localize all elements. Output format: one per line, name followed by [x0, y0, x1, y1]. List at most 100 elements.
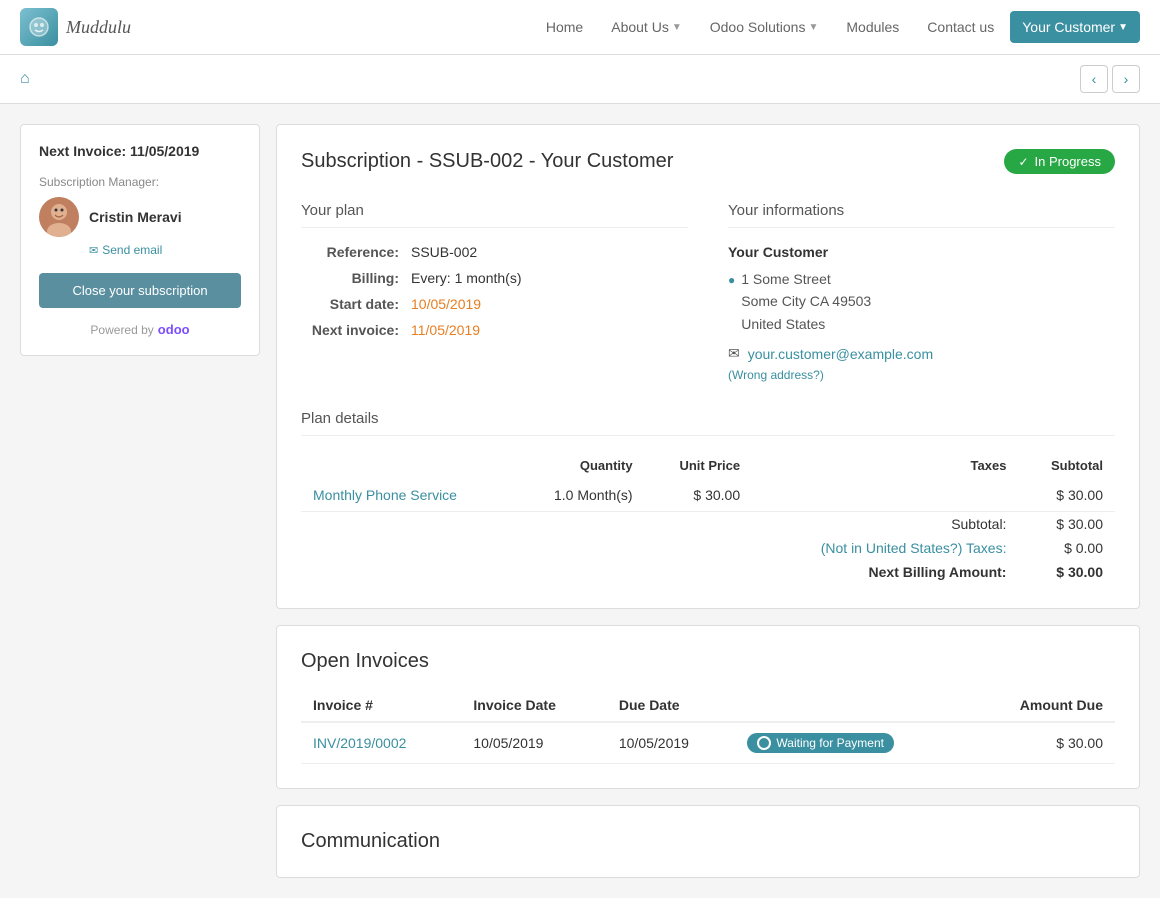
- manager-label: Subscription Manager:: [39, 175, 241, 189]
- next-billing-value: $ 30.00: [1018, 560, 1115, 584]
- mail-icon: ✉: [728, 345, 740, 362]
- reference-value: SSUB-002: [411, 244, 477, 260]
- nav-modules[interactable]: Modules: [834, 11, 911, 43]
- col-due-date: Due Date: [607, 689, 736, 722]
- next-invoice-row: Next invoice: 11/05/2019: [301, 322, 688, 338]
- email-address[interactable]: your.customer@example.com: [748, 346, 933, 362]
- waiting-payment-badge: Waiting for Payment: [747, 733, 894, 753]
- waiting-circle-icon: [757, 736, 771, 750]
- sidebar: Next Invoice: 11/05/2019 Subscription Ma…: [20, 124, 260, 356]
- col-taxes: Taxes: [752, 452, 1018, 479]
- brand-logo: [20, 8, 58, 46]
- due-date: 10/05/2019: [607, 722, 736, 764]
- wrong-address-link[interactable]: (Wrong address?): [728, 368, 1115, 382]
- next-billing-row: Next Billing Amount: $ 30.00: [301, 560, 1115, 584]
- customer-name: Your Customer: [728, 244, 1115, 260]
- amount-due: $ 30.00: [968, 722, 1115, 764]
- next-arrow[interactable]: ›: [1112, 65, 1140, 93]
- item-name: Monthly Phone Service: [301, 479, 514, 512]
- nav-odoo-solutions[interactable]: Odoo Solutions ▼: [698, 11, 831, 43]
- next-invoice-label: Next invoice:: [301, 322, 411, 338]
- waiting-label: Waiting for Payment: [776, 736, 884, 750]
- subtotal-value: $ 30.00: [1018, 512, 1115, 537]
- your-info-title: Your informations: [728, 202, 1115, 228]
- subtotal-row: Subtotal: $ 30.00: [301, 512, 1115, 537]
- plan-item-row: Monthly Phone Service 1.0 Month(s) $ 30.…: [301, 479, 1115, 512]
- address-text: 1 Some Street Some City CA 49503 United …: [741, 268, 871, 335]
- invoices-header: Invoice # Invoice Date Due Date Amount D…: [301, 689, 1115, 722]
- nav-home[interactable]: Home: [534, 11, 595, 43]
- invoices-title: Open Invoices: [301, 650, 1115, 673]
- taxes-row: (Not in United States?) Taxes: $ 0.00: [301, 536, 1115, 560]
- navbar-menu: Home About Us ▼ Odoo Solutions ▼ Modules…: [534, 11, 1140, 43]
- your-info-col: Your informations Your Customer ● 1 Some…: [728, 202, 1115, 382]
- address-line3: United States: [741, 313, 871, 335]
- nav-arrows: ‹ ›: [1080, 65, 1140, 93]
- navbar: Muddulu Home About Us ▼ Odoo Solutions ▼…: [0, 0, 1160, 55]
- item-taxes: [752, 479, 1018, 512]
- prev-arrow[interactable]: ‹: [1080, 65, 1108, 93]
- invoices-table: Invoice # Invoice Date Due Date Amount D…: [301, 689, 1115, 764]
- col-unit-price: Unit Price: [645, 452, 753, 479]
- close-subscription-button[interactable]: Close your subscription: [39, 273, 241, 308]
- col-invoice-num: Invoice #: [301, 689, 461, 722]
- address-block: ● 1 Some Street Some City CA 49503 Unite…: [728, 268, 1115, 335]
- invoice-number: INV/2019/0002: [301, 722, 461, 764]
- nav-about[interactable]: About Us ▼: [599, 11, 694, 43]
- communication-title: Communication: [301, 830, 1115, 853]
- invoice-date: 10/05/2019: [461, 722, 606, 764]
- subscription-dash: -: [529, 150, 541, 172]
- home-icon[interactable]: ⌂: [20, 70, 30, 88]
- col-quantity: Quantity: [514, 452, 644, 479]
- manager-name: Cristin Meravi: [89, 209, 182, 225]
- next-invoice-label: Next Invoice: 11/05/2019: [39, 143, 241, 159]
- col-status: [735, 689, 968, 722]
- table-row: INV/2019/0002 10/05/2019 10/05/2019 Wait…: [301, 722, 1115, 764]
- subscription-customer: Your Customer: [541, 150, 674, 172]
- subscription-prefix: Subscription -: [301, 150, 429, 172]
- subscription-card: Subscription - SSUB-002 - Your Customer …: [276, 124, 1140, 609]
- billing-value: Every: 1 month(s): [411, 270, 521, 286]
- manager-info: Cristin Meravi: [39, 197, 241, 237]
- nav-contact[interactable]: Contact us: [915, 11, 1006, 43]
- col-invoice-date: Invoice Date: [461, 689, 606, 722]
- email-icon: ✉: [89, 244, 98, 257]
- brand: Muddulu: [20, 8, 131, 46]
- main-layout: Next Invoice: 11/05/2019 Subscription Ma…: [0, 104, 1160, 898]
- address-line1: 1 Some Street: [741, 268, 871, 290]
- nav-your-customer[interactable]: Your Customer ▼: [1010, 11, 1140, 43]
- info-columns: Your plan Reference: SSUB-002 Billing: E…: [301, 202, 1115, 382]
- communication-card: Communication: [276, 805, 1140, 878]
- plan-details-section: Plan details Quantity Unit Price Taxes S…: [301, 410, 1115, 584]
- item-quantity: 1.0 Month(s): [514, 479, 644, 512]
- pin-icon: ●: [728, 271, 735, 335]
- invoices-card: Open Invoices Invoice # Invoice Date Due…: [276, 625, 1140, 789]
- item-subtotal: $ 30.00: [1018, 479, 1115, 512]
- next-invoice-value: 11/05/2019: [411, 322, 480, 338]
- your-plan-title: Your plan: [301, 202, 688, 228]
- send-email-label: Send email: [102, 243, 162, 257]
- breadcrumb-bar: ⌂ ‹ ›: [0, 55, 1160, 104]
- status-label: In Progress: [1035, 154, 1101, 169]
- subscription-header: Subscription - SSUB-002 - Your Customer …: [301, 149, 1115, 174]
- invoice-status: Waiting for Payment: [735, 722, 968, 764]
- brand-name: Muddulu: [66, 17, 131, 38]
- taxes-value: $ 0.00: [1018, 536, 1115, 560]
- your-plan-col: Your plan Reference: SSUB-002 Billing: E…: [301, 202, 688, 382]
- invoice-link[interactable]: INV/2019/0002: [313, 735, 406, 751]
- check-icon: ✓: [1018, 155, 1028, 169]
- billing-row: Billing: Every: 1 month(s): [301, 270, 688, 286]
- avatar: [39, 197, 79, 237]
- plan-details-title: Plan details: [301, 410, 1115, 436]
- billing-label: Billing:: [301, 270, 411, 286]
- start-date-row: Start date: 10/05/2019: [301, 296, 688, 312]
- col-subtotal: Subtotal: [1018, 452, 1115, 479]
- send-email-link[interactable]: ✉ Send email: [89, 243, 241, 257]
- reference-label: Reference:: [301, 244, 411, 260]
- main-content: Subscription - SSUB-002 - Your Customer …: [276, 124, 1140, 878]
- subscription-id: SSUB-002: [429, 150, 524, 172]
- about-dropdown-arrow: ▼: [672, 22, 682, 33]
- next-billing-label: Next Billing Amount:: [752, 560, 1018, 584]
- status-badge: ✓ In Progress: [1004, 149, 1115, 174]
- plan-table-header: Quantity Unit Price Taxes Subtotal: [301, 452, 1115, 479]
